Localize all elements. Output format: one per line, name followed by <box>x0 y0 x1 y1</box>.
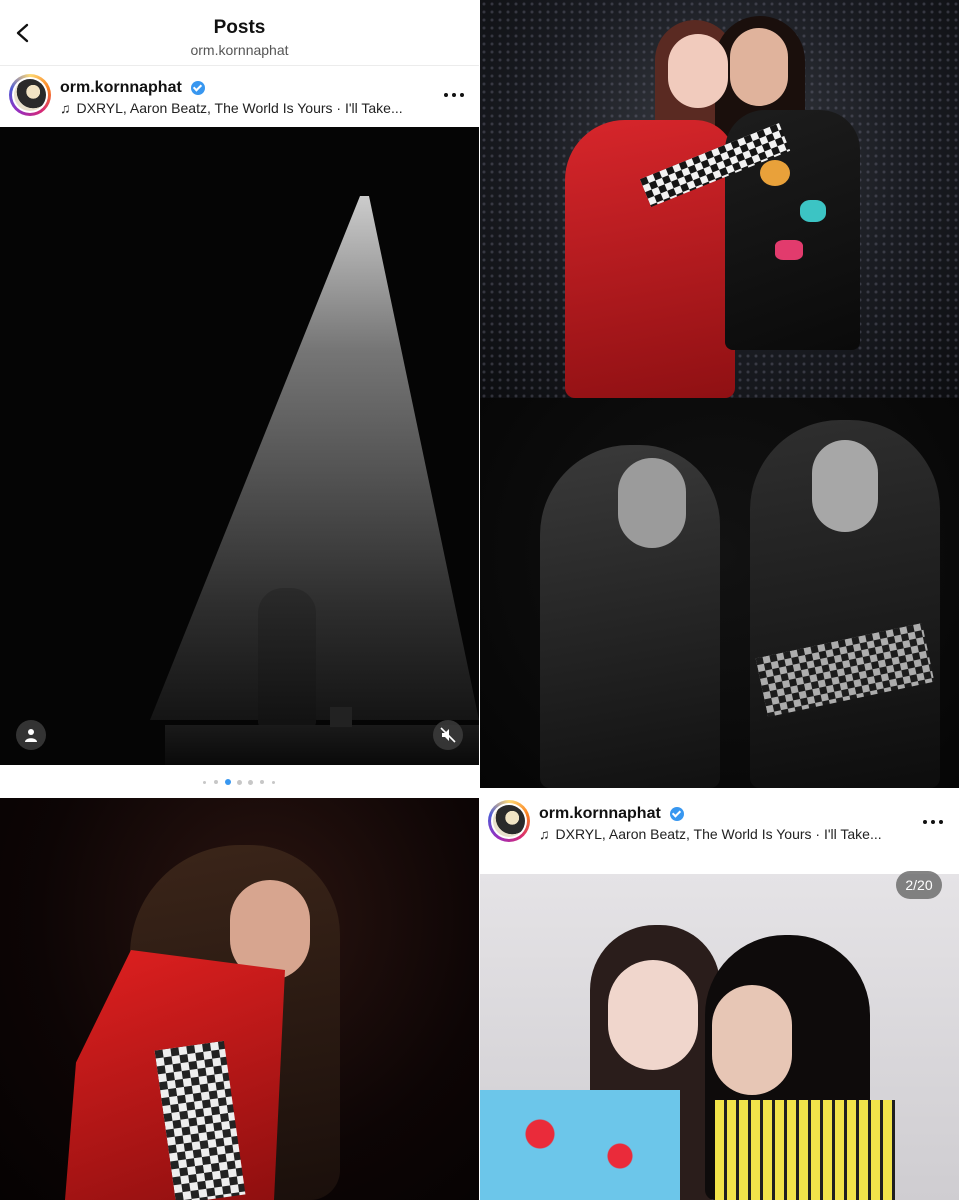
more-options-icon[interactable] <box>923 820 945 826</box>
avatar[interactable] <box>488 800 530 842</box>
post-photo-black-white[interactable] <box>480 398 959 788</box>
carousel-dot <box>214 780 218 784</box>
verified-badge-icon <box>191 81 205 95</box>
music-track: DXRYL, Aaron Beatz, The World Is Yours ·… <box>555 826 882 842</box>
carousel-dot <box>203 781 206 784</box>
username[interactable]: orm.kornnaphat <box>539 805 661 823</box>
media-counter-badge: 2/20 <box>896 871 942 899</box>
carousel-dots <box>0 766 479 798</box>
page-subtitle: orm.kornnaphat <box>190 42 289 58</box>
avatar[interactable] <box>9 74 51 116</box>
post-photo-red-outfit[interactable] <box>0 798 479 1200</box>
post-photo-hug[interactable] <box>480 0 959 398</box>
carousel-dot <box>260 780 264 784</box>
carousel-dot <box>272 781 275 784</box>
posts-header: Posts orm.kornnaphat <box>0 0 479 66</box>
mute-icon <box>440 727 456 743</box>
post-header: orm.kornnaphat ♫ DXRYL, Aaron Beatz, The … <box>480 788 959 874</box>
more-options-icon[interactable] <box>444 93 466 99</box>
music-note-icon: ♫ <box>60 100 71 116</box>
post-header: orm.kornnaphat ♫ DXRYL, Aaron Beatz, The … <box>0 66 479 127</box>
music-info[interactable]: ♫ DXRYL, Aaron Beatz, The World Is Yours … <box>60 100 403 116</box>
post-photo-selfie[interactable] <box>480 874 959 1200</box>
carousel-dot <box>248 780 253 785</box>
page-title: Posts <box>213 17 266 38</box>
tagged-people-button[interactable] <box>16 720 46 750</box>
mute-button[interactable] <box>433 720 463 750</box>
spotlight-overlay <box>0 127 479 765</box>
music-info[interactable]: ♫ DXRYL, Aaron Beatz, The World Is Yours … <box>539 826 882 842</box>
verified-badge-icon <box>670 807 684 821</box>
music-note-icon: ♫ <box>539 826 550 842</box>
music-track: DXRYL, Aaron Beatz, The World Is Yours ·… <box>76 100 403 116</box>
carousel-dot-active <box>225 779 231 785</box>
tagged-people-icon <box>25 729 37 742</box>
carousel-dot <box>237 780 242 785</box>
username[interactable]: orm.kornnaphat <box>60 79 182 97</box>
